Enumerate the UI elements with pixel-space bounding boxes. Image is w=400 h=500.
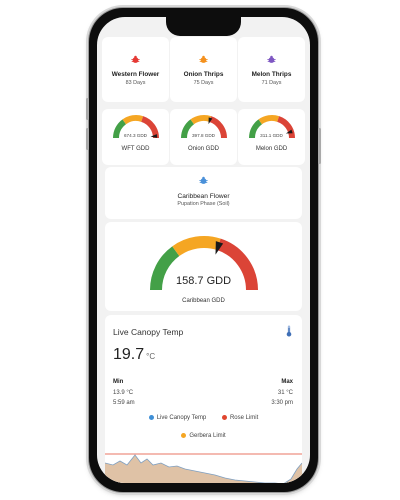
pest-name: Onion Thrips — [183, 71, 224, 78]
min-label: Min — [113, 379, 124, 385]
gauge-value: 397.8 GDD — [192, 133, 215, 138]
current-temp-value: 19.7 — [113, 346, 145, 363]
min-value: 13.9 °C — [113, 389, 134, 396]
temperature-sparkline — [105, 449, 302, 483]
chart-legend-row-2: Gerbera Limit — [105, 433, 302, 439]
current-temp: 19.7 °C — [113, 346, 155, 364]
gauge-melon — [248, 115, 295, 139]
bug-body — [199, 55, 208, 63]
max-time: 3:30 pm — [271, 400, 293, 406]
pest-name: Melon Thrips — [251, 71, 292, 78]
gauge-label: Caribbean GDD — [182, 298, 225, 304]
max-label: Max — [281, 379, 293, 385]
legend-item-gerbera-limit[interactable]: Gerbera Limit — [181, 433, 226, 440]
pest-name: Western Flower — [111, 71, 160, 78]
legend-dot — [181, 433, 187, 438]
min-time: 5:59 am — [113, 400, 135, 406]
gauge-value: 674.3 GDD — [124, 133, 147, 138]
phone-notch — [166, 14, 241, 36]
legend-dot — [221, 415, 227, 420]
card-title: Live Canopy Temp — [113, 327, 184, 337]
legend-label: Gerbera Limit — [189, 433, 226, 440]
bug-body — [199, 176, 208, 184]
bug-icon — [267, 55, 276, 63]
gauge-segment-amber — [172, 236, 221, 257]
legend-label: Live Canopy Temp — [156, 415, 207, 422]
gauge-card-onion[interactable]: 397.8 GDD Onion GDD — [170, 109, 237, 165]
pest-card-melon-thrips[interactable]: Melon Thrips 71 Days — [238, 37, 305, 102]
pest-card-caribbean-flower[interactable]: Caribbean Flower Pupation Phase (Soil) — [105, 167, 302, 219]
volume-down-button — [86, 128, 89, 150]
bug-body — [267, 55, 276, 63]
gauge-wft — [112, 115, 159, 139]
pest-card-onion-thrips[interactable]: Onion Thrips 75 Days — [170, 37, 237, 102]
thermometer-icon — [286, 325, 292, 337]
app-screen: Western Flower 83 Days Onion Thrips 75 D… — [97, 17, 310, 483]
pest-days: 71 Days — [261, 80, 282, 86]
gauge-label: Onion GDD — [187, 146, 219, 152]
pest-days: 83 Days — [125, 80, 146, 86]
legend-item-live-canopy-temp[interactable]: Live Canopy Temp — [148, 415, 207, 422]
max-block: Max 31 °C 3:30 pm — [271, 377, 293, 409]
bug-icon — [131, 55, 140, 63]
gauge-card-caribbean[interactable]: 158.7 GDD Caribbean GDD — [105, 222, 302, 311]
chart-legend: Live Canopy Temp Rose Limit — [105, 415, 302, 421]
gauge-card-melon[interactable]: 311.1 GDD Melon GDD — [238, 109, 305, 165]
gauge-card-wft[interactable]: 674.3 GDD WFT GDD — [102, 109, 169, 165]
pest-card-western-flower[interactable]: Western Flower 83 Days — [102, 37, 169, 102]
volume-up-button — [86, 98, 89, 120]
gauge-value: 311.1 GDD — [260, 133, 283, 138]
legend-item-rose-limit[interactable]: Rose Limit — [221, 415, 259, 422]
power-button — [318, 128, 321, 164]
gauge-segment-amber — [121, 115, 143, 125]
bug-body — [131, 55, 140, 63]
pest-phase: Pupation Phase (Soil) — [177, 201, 230, 207]
max-value: 31 °C — [277, 389, 293, 396]
legend-dot — [148, 415, 154, 420]
bug-icon — [199, 176, 208, 184]
current-temp-unit: °C — [146, 352, 156, 361]
gauge-segment-amber — [257, 115, 279, 125]
gauge-onion — [180, 115, 227, 139]
legend-label: Rose Limit — [229, 415, 259, 422]
gauge-label: WFT GDD — [121, 146, 150, 152]
live-canopy-temp-card[interactable]: Live Canopy Temp 19.7 °C Min 13.9 °C 5:59… — [105, 315, 302, 483]
gauge-value: 158.7 GDD — [175, 275, 232, 287]
pest-days: 75 Days — [193, 80, 214, 86]
min-block: Min 13.9 °C 5:59 am — [113, 377, 135, 409]
pest-name: Caribbean Flower — [177, 193, 230, 200]
bug-icon — [199, 55, 208, 63]
gauge-segment-amber — [189, 115, 211, 125]
gauge-label: Melon GDD — [255, 146, 288, 152]
